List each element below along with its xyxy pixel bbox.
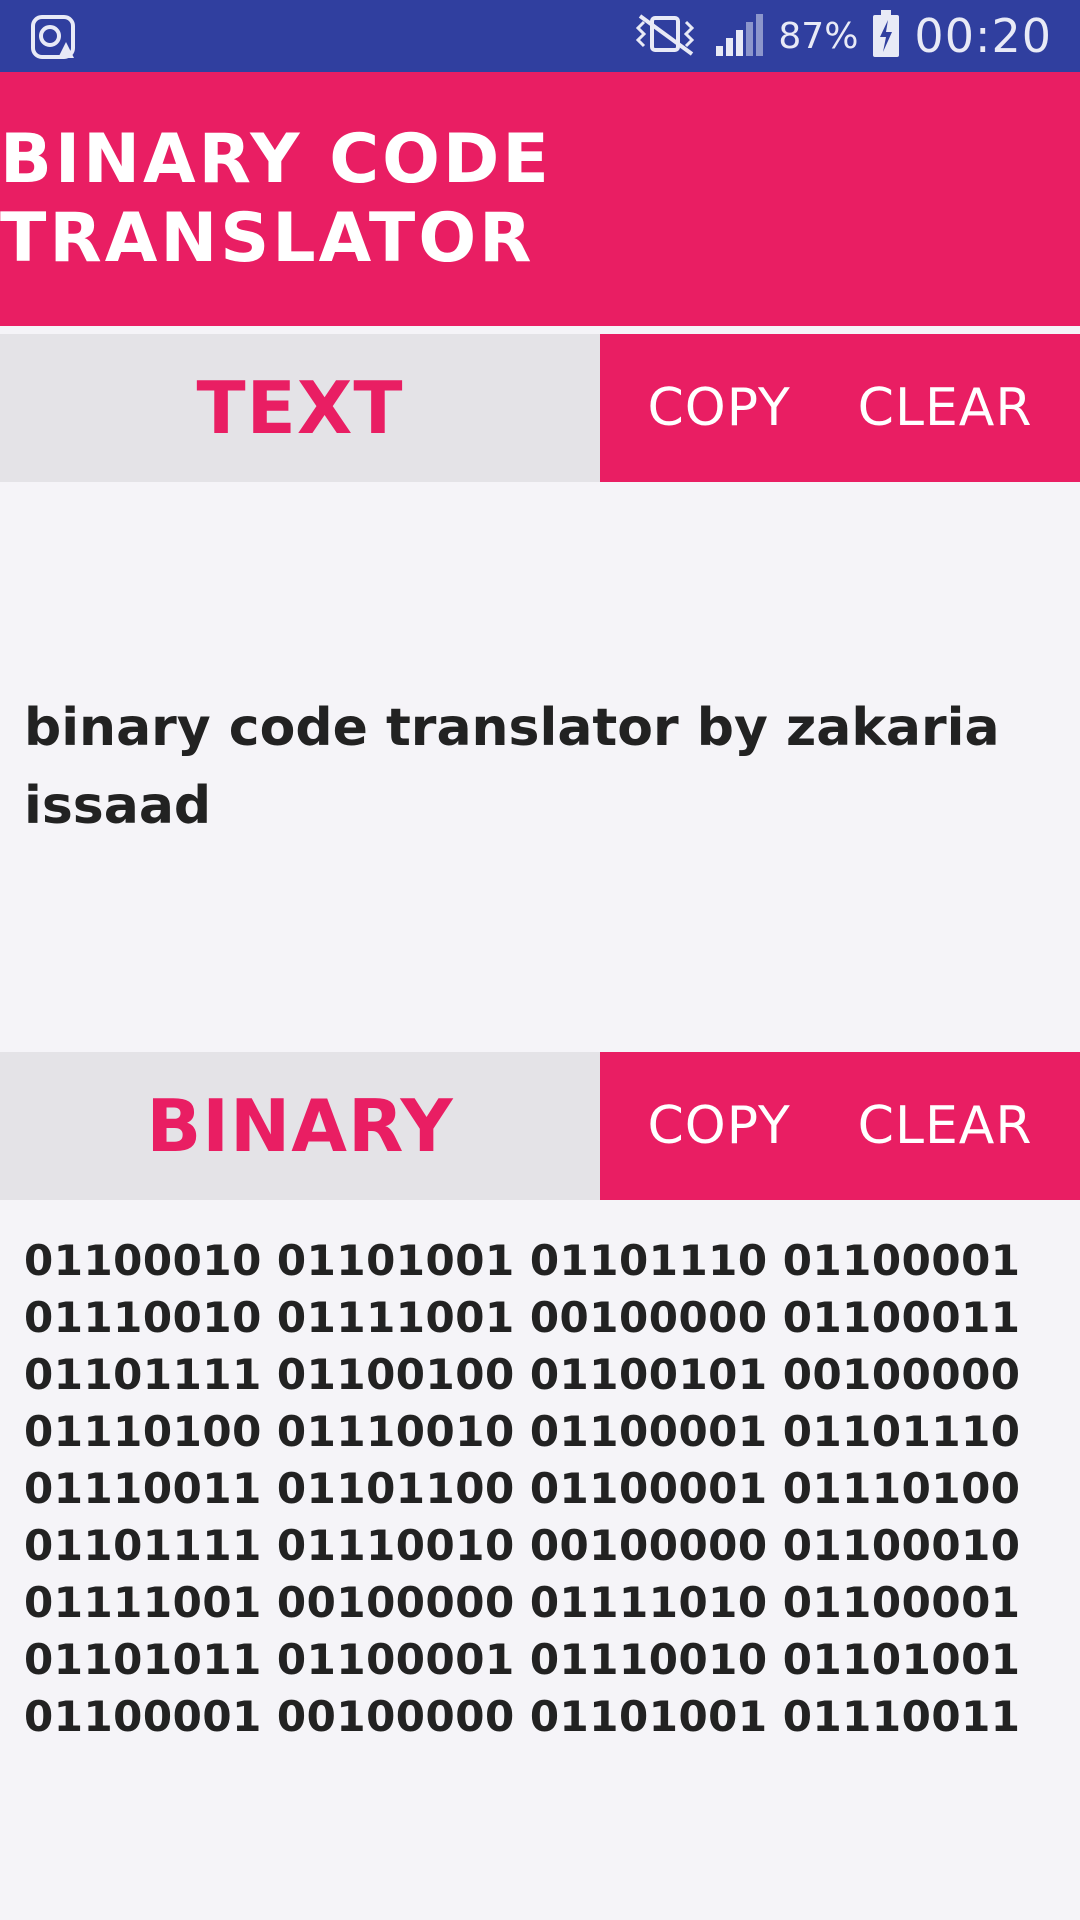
app-title: BINARY CODE TRANSLATOR [0,120,552,278]
text-input-area[interactable]: binary code translator by zakaria issaad [0,482,1080,1052]
text-section-bar: TEXT COPY CLEAR [0,334,1080,482]
status-bar: 87% 00:20 [0,0,1080,72]
divider [0,326,1080,334]
text-section-label: TEXT [196,366,404,450]
binary-copy-button[interactable]: COPY [647,1096,790,1156]
text-clear-button[interactable]: CLEAR [858,378,1033,438]
text-copy-button[interactable]: COPY [647,378,790,438]
binary-section-label: BINARY [146,1084,454,1168]
battery-charging-icon [872,10,900,62]
signal-icon [714,12,764,60]
binary-section-bar: BINARY COPY CLEAR [0,1052,1080,1200]
binary-clear-button[interactable]: CLEAR [858,1096,1033,1156]
vibrate-icon [630,12,700,60]
text-actions: COPY CLEAR [600,334,1080,482]
binary-actions: COPY CLEAR [600,1052,1080,1200]
binary-input-area[interactable]: 01100010 01101001 01101110 01100001 0111… [0,1200,1080,1920]
binary-input-content[interactable]: 01100010 01101001 01101110 01100001 0111… [24,1232,1024,1745]
app-notification-icon [30,14,76,60]
text-input-content[interactable]: binary code translator by zakaria issaad [24,689,1024,845]
text-label-box: TEXT [0,334,600,482]
binary-label-box: BINARY [0,1052,600,1200]
app-bar: BINARY CODE TRANSLATOR [0,72,1080,326]
clock: 00:20 [914,9,1052,63]
battery-percent: 87% [778,15,859,57]
